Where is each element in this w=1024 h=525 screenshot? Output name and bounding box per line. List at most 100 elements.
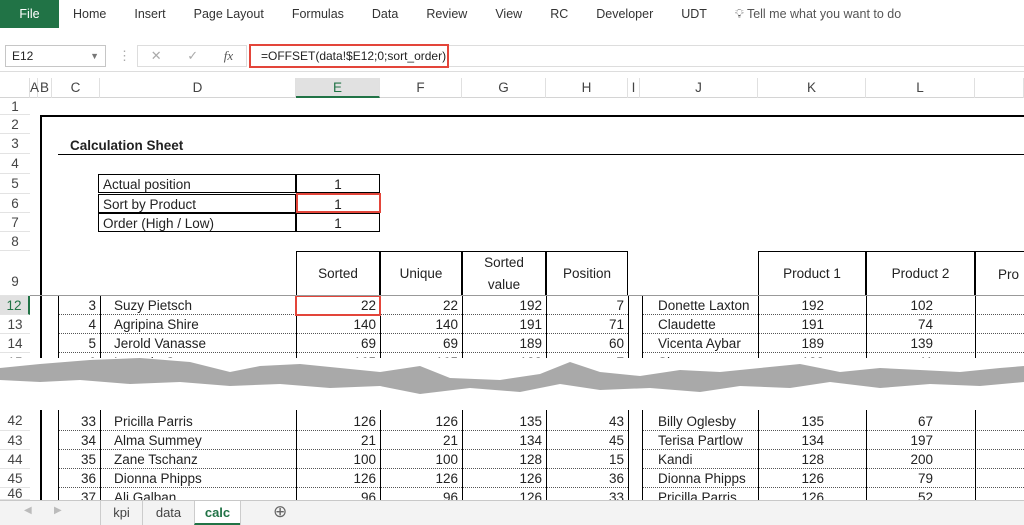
cell-C13[interactable]: 4 [52,315,100,334]
cell-C42[interactable]: 33 [52,412,100,431]
cell-E45[interactable]: 126 [296,469,380,488]
cell-F43[interactable]: 21 [380,431,462,450]
cell-K44[interactable]: 128 [758,450,828,469]
enter-icon[interactable]: ✓ [187,48,198,64]
add-sheet-icon[interactable]: ⊕ [273,502,287,522]
cell-E44[interactable]: 100 [296,450,380,469]
row-header-46[interactable]: 46 [0,487,30,500]
column-header-I[interactable]: I [628,78,640,98]
cell-E42[interactable]: 126 [296,412,380,431]
cell-J44[interactable]: Kandi [654,450,758,469]
ribbon-tab-formulas[interactable]: Formulas [278,0,358,28]
ribbon-tab-review[interactable]: Review [412,0,481,28]
cell-G42[interactable]: 135 [462,412,546,431]
ribbon-tab-page-layout[interactable]: Page Layout [180,0,278,28]
cell-F14[interactable]: 69 [380,334,462,353]
column-header-C[interactable]: C [52,78,100,98]
row-header-8[interactable]: 8 [0,232,30,251]
cell-J42[interactable]: Billy Oglesby [654,412,758,431]
cell-C43[interactable]: 34 [52,431,100,450]
cell-H45[interactable]: 36 [546,469,628,488]
cell-L45[interactable]: 79 [866,469,937,488]
sheet-tab-kpi[interactable]: kpi [100,501,142,525]
row-header-5[interactable]: 5 [0,174,30,194]
cell-G13[interactable]: 191 [462,315,546,334]
ribbon-tab-udt[interactable]: UDT [667,0,721,28]
cell-H12[interactable]: 7 [546,296,628,315]
column-header-D[interactable]: D [100,78,296,98]
cell-C12[interactable]: 3 [52,296,100,315]
cell-D14[interactable]: Jerold Vanasse [110,334,296,353]
column-header-B[interactable]: B [38,78,52,98]
cell-G45[interactable]: 126 [462,469,546,488]
cell-K43[interactable]: 134 [758,431,828,450]
chevron-down-icon[interactable]: ▼ [90,46,99,66]
cell-K13[interactable]: 191 [758,315,828,334]
ribbon-tab-rc[interactable]: RC [536,0,582,28]
ribbon-tab-insert[interactable]: Insert [120,0,179,28]
cell-E43[interactable]: 21 [296,431,380,450]
cell-H44[interactable]: 15 [546,450,628,469]
row-header-3[interactable]: 3 [0,134,30,154]
param-value[interactable]: 1 [296,174,380,193]
cell-E14[interactable]: 69 [296,334,380,353]
cell-L13[interactable]: 74 [866,315,937,334]
cell-L12[interactable]: 102 [866,296,937,315]
sheet-tab-calc[interactable]: calc [194,501,240,525]
row-header-2[interactable]: 2 [0,115,30,134]
cell-L14[interactable]: 139 [866,334,937,353]
cell-G14[interactable]: 189 [462,334,546,353]
ribbon-tab-home[interactable]: Home [59,0,120,28]
cell-K14[interactable]: 189 [758,334,828,353]
cell-J14[interactable]: Vicenta Aybar [654,334,758,353]
row-header-44[interactable]: 44 [0,450,30,469]
tell-me-search[interactable]: 💡︎ Tell me what you want to do [721,0,915,28]
column-header-K[interactable]: K [758,78,866,98]
cell-D42[interactable]: Pricilla Parris [110,412,296,431]
row-header-42[interactable]: 42 [0,410,30,431]
row-header-14[interactable]: 14 [0,334,30,353]
cell-D13[interactable]: Agripina Shire [110,315,296,334]
row-header-7[interactable]: 7 [0,213,30,232]
row-header-13[interactable]: 13 [0,315,30,334]
column-header-E[interactable]: E [296,78,380,98]
cell-D12[interactable]: Suzy Pietsch [110,296,296,315]
cell-F42[interactable]: 126 [380,412,462,431]
row-header-4[interactable]: 4 [0,154,30,174]
row-header-1[interactable]: 1 [0,98,30,115]
column-header-L[interactable]: L [866,78,975,98]
cell-C44[interactable]: 35 [52,450,100,469]
row-header-12[interactable]: 12 [0,296,30,315]
cell-D44[interactable]: Zane Tschanz [110,450,296,469]
cell-F45[interactable]: 126 [380,469,462,488]
ribbon-tab-file[interactable]: File [0,0,59,28]
cell-K12[interactable]: 192 [758,296,828,315]
cell-D43[interactable]: Alma Summey [110,431,296,450]
ribbon-tab-view[interactable]: View [481,0,536,28]
cell-F44[interactable]: 100 [380,450,462,469]
cell-G43[interactable]: 134 [462,431,546,450]
column-header-M[interactable] [975,78,1024,98]
ribbon-tab-developer[interactable]: Developer [582,0,667,28]
select-all-corner[interactable] [0,78,30,98]
cell-L43[interactable]: 197 [866,431,937,450]
scroll-left-icon[interactable]: ◀ [24,505,32,516]
cell-C45[interactable]: 36 [52,469,100,488]
fx-icon[interactable]: fx [224,48,233,64]
cell-H43[interactable]: 45 [546,431,628,450]
cell-G44[interactable]: 128 [462,450,546,469]
name-box[interactable]: E12 ▼ [5,45,106,67]
column-header-A[interactable]: A [30,78,39,98]
cell-G12[interactable]: 192 [462,296,546,315]
formula-input[interactable]: =OFFSET(data!$E12;0;sort_order) [249,44,449,68]
cell-H42[interactable]: 43 [546,412,628,431]
cell-F13[interactable]: 140 [380,315,462,334]
sheet-tab-data[interactable]: data [142,501,194,525]
ribbon-tab-data[interactable]: Data [358,0,412,28]
row-header-43[interactable]: 43 [0,431,30,450]
cell-D45[interactable]: Dionna Phipps [110,469,296,488]
cell-H13[interactable]: 71 [546,315,628,334]
cell-L42[interactable]: 67 [866,412,937,431]
cell-L44[interactable]: 200 [866,450,937,469]
cancel-icon[interactable]: ✕ [151,48,162,64]
